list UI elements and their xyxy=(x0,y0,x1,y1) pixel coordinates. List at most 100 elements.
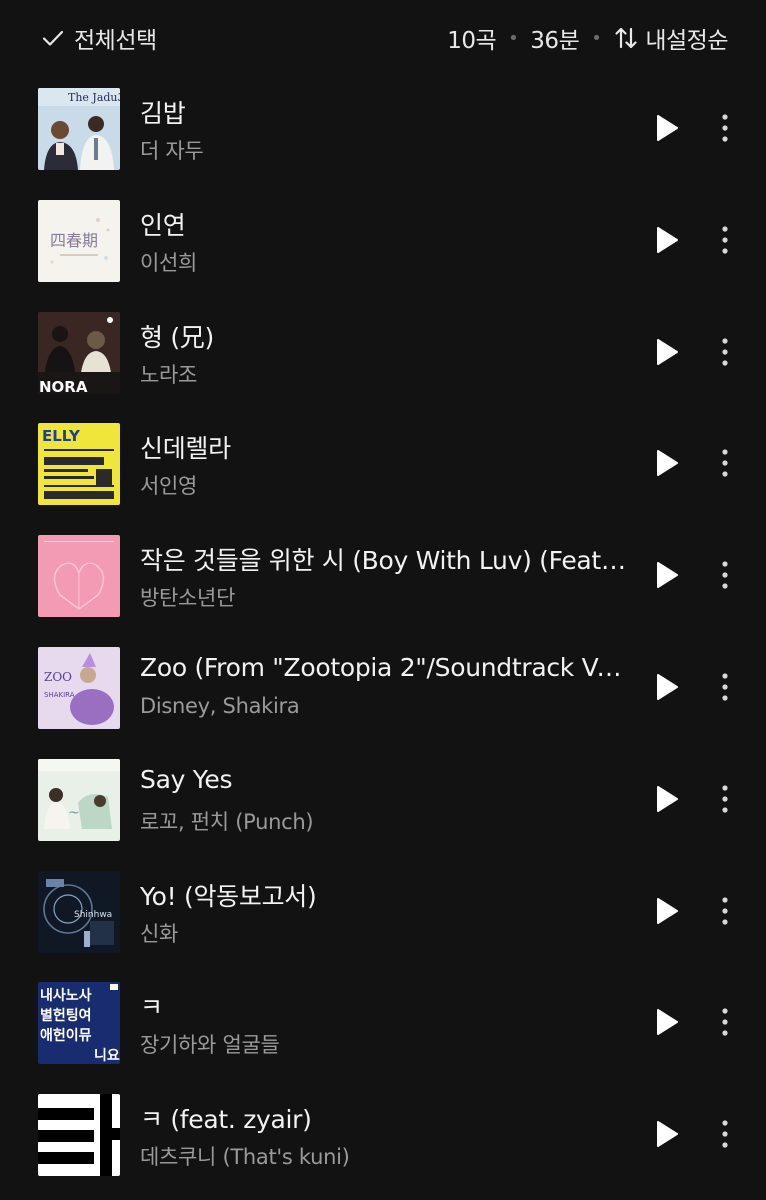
album-cover: NORA xyxy=(38,311,120,394)
album-cover: ZOO SHAKIRA xyxy=(38,646,120,729)
select-all-button[interactable]: 전체선택 xyxy=(40,20,157,56)
more-vertical-icon xyxy=(722,114,728,142)
track-artist: 방탄소년단 xyxy=(140,586,236,611)
album-cover xyxy=(38,535,120,618)
more-vertical-icon xyxy=(722,337,728,366)
track-title: 형 (兄) xyxy=(140,322,214,352)
track-artist: 신화 xyxy=(140,921,179,946)
play-icon xyxy=(657,673,678,700)
svg-text:ELLY: ELLY xyxy=(42,427,81,445)
total-duration: 36분 xyxy=(530,28,580,54)
play-button[interactable] xyxy=(650,335,684,369)
track-count: 10곡 xyxy=(447,28,497,54)
svg-text:내사노사: 내사노사 xyxy=(40,988,92,1004)
check-icon xyxy=(40,25,66,51)
svg-text:애헌이뮤: 애헌이뮤 xyxy=(40,1027,92,1044)
track-artist: 장기하와 얼굴들 xyxy=(140,1033,280,1058)
more-options-button[interactable] xyxy=(708,782,742,816)
track-artist: 로꼬, 펀치 (Punch) xyxy=(140,809,314,834)
play-button[interactable] xyxy=(650,223,684,257)
more-vertical-icon xyxy=(722,785,728,813)
more-options-button[interactable] xyxy=(708,558,742,592)
svg-text:Shinhwa: Shinhwa xyxy=(74,910,112,920)
play-button[interactable] xyxy=(650,1117,684,1151)
track-title: 인연 xyxy=(140,210,186,240)
track-title: Zoo (From "Zootopia 2"/Soundtrack Versio… xyxy=(140,652,630,682)
svg-text:~: ~ xyxy=(68,805,80,821)
more-options-button[interactable] xyxy=(708,1005,742,1039)
track-artist: 더 자두 xyxy=(140,139,204,163)
track-title: ㅋ (feat. zyair) xyxy=(140,1105,312,1135)
album-cover xyxy=(38,1094,120,1177)
play-icon xyxy=(657,562,678,589)
play-button[interactable] xyxy=(650,446,684,480)
svg-text:The Jadu3: The Jadu3 xyxy=(68,91,120,104)
more-options-button[interactable] xyxy=(708,446,742,480)
track-row[interactable]: 작은 것들을 위한 시 (Boy With Luv) (Feat. Halsey… xyxy=(0,521,766,633)
track-row[interactable]: 四春期 인연 이선희 xyxy=(0,186,766,298)
track-row[interactable]: ~ Say Yes 로꼬, 펀치 (Punch) xyxy=(0,745,766,857)
track-row[interactable]: ㅋ (feat. zyair) 데츠쿠니 (That's kuni) xyxy=(0,1080,766,1192)
svg-text:ZOO: ZOO xyxy=(44,670,72,684)
track-row[interactable]: The Jadu3 김밥 더 자두 xyxy=(0,74,766,186)
track-title: Say Yes xyxy=(140,764,233,794)
play-button[interactable] xyxy=(650,1005,684,1039)
play-button[interactable] xyxy=(650,782,684,816)
more-vertical-icon xyxy=(722,449,728,477)
more-options-button[interactable] xyxy=(708,1117,742,1151)
more-vertical-icon xyxy=(722,561,728,589)
sort-button[interactable]: 내설정순 xyxy=(613,21,728,55)
svg-text:NORA: NORA xyxy=(39,378,88,394)
track-artist: 데츠쿠니 (That's kuni) xyxy=(140,1145,350,1170)
track-title: 신데렐라 xyxy=(140,434,231,464)
play-icon xyxy=(657,338,678,365)
track-row[interactable]: ZOO SHAKIRA Zoo (From "Zootopia 2"/Sound… xyxy=(0,633,766,745)
album-cover: ELLY xyxy=(38,423,120,506)
track-title: 김밥 xyxy=(140,99,186,128)
more-options-button[interactable] xyxy=(708,111,742,145)
list-header: 전체선택 10곡 • 36분 • 내설정순 xyxy=(0,0,766,76)
play-icon xyxy=(657,450,678,477)
play-icon xyxy=(657,897,678,924)
more-options-button[interactable] xyxy=(708,894,742,928)
play-icon xyxy=(657,785,678,812)
more-vertical-icon xyxy=(722,1120,728,1148)
album-cover: Shinhwa xyxy=(38,870,120,953)
play-button[interactable] xyxy=(650,894,684,928)
play-icon xyxy=(657,226,678,253)
play-button[interactable] xyxy=(650,670,684,704)
more-options-button[interactable] xyxy=(708,335,742,369)
select-all-label: 전체선택 xyxy=(74,28,157,54)
play-icon xyxy=(657,1121,678,1148)
track-artist: Disney, Shakira xyxy=(140,693,300,718)
album-cover: 四春期 xyxy=(38,199,120,282)
more-options-button[interactable] xyxy=(708,223,742,257)
album-cover: 내사노사 별헌팅여 애헌이뮤 니요 xyxy=(38,982,120,1065)
track-row[interactable]: NORA 형 (兄) 노라조 xyxy=(0,298,766,410)
svg-text:四春期: 四春期 xyxy=(50,231,98,250)
track-artist: 이선희 xyxy=(140,250,198,275)
track-title: Yo! (악동보고서) xyxy=(140,881,317,911)
album-cover: ~ xyxy=(38,758,120,841)
track-row[interactable]: Shinhwa Yo! (악동보고서) 신화 xyxy=(0,857,766,969)
separator-dot: • xyxy=(508,27,519,49)
svg-text:별헌팅여: 별헌팅여 xyxy=(40,1007,92,1024)
play-button[interactable] xyxy=(650,558,684,592)
album-cover: The Jadu3 xyxy=(38,88,120,170)
track-row[interactable]: ELLY 신데렐라 서인영 xyxy=(0,409,766,521)
track-row[interactable]: 내사노사 별헌팅여 애헌이뮤 니요 ㅋ 장기하와 얼굴들 xyxy=(0,968,766,1080)
more-vertical-icon xyxy=(722,226,728,254)
track-list: The Jadu3 김밥 더 자두 四春期 인연 이선희 NORA 형 (兄) … xyxy=(0,74,766,1192)
svg-text:니요: 니요 xyxy=(94,1048,120,1064)
sort-label: 내설정순 xyxy=(645,28,728,54)
play-icon xyxy=(657,1009,678,1036)
more-options-button[interactable] xyxy=(708,670,742,704)
svg-text:SHAKIRA: SHAKIRA xyxy=(44,691,75,699)
track-artist: 서인영 xyxy=(140,474,198,499)
more-vertical-icon xyxy=(722,896,728,925)
track-title: 작은 것들을 위한 시 (Boy With Luv) (Feat. Halsey… xyxy=(140,546,630,576)
sort-arrows-icon xyxy=(613,25,639,51)
more-vertical-icon xyxy=(722,673,728,701)
play-button[interactable] xyxy=(650,111,684,145)
track-artist: 노라조 xyxy=(140,362,198,387)
